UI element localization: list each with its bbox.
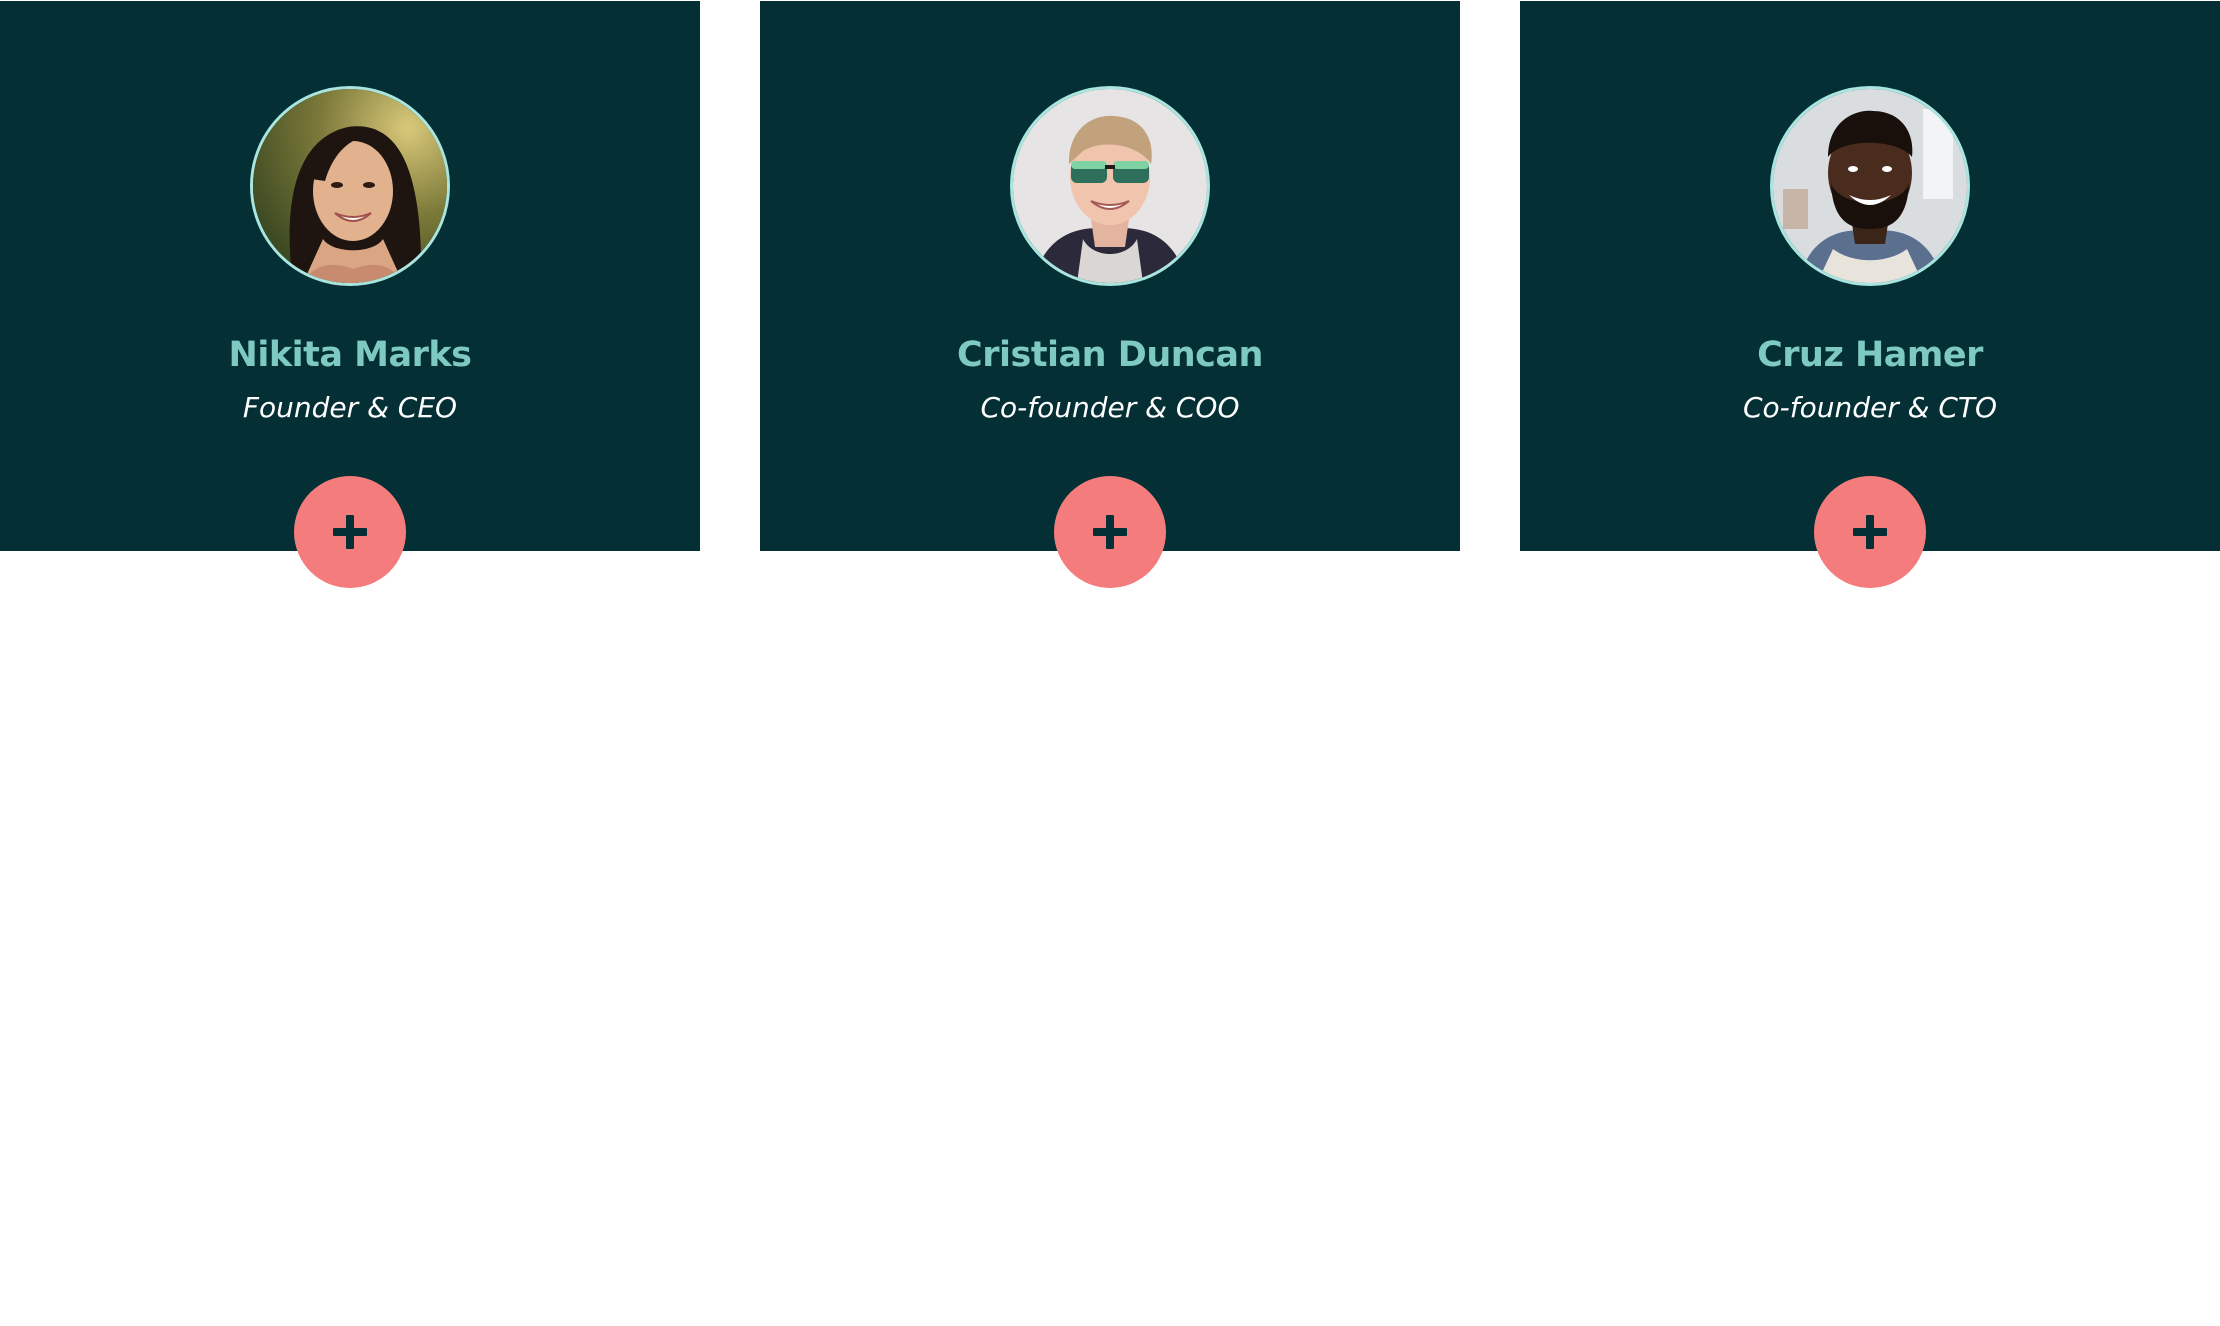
expand-profile-button[interactable] <box>294 476 406 588</box>
member-role: Founder & CEO <box>242 391 458 424</box>
avatar <box>1010 86 1210 286</box>
avatar-photo <box>1013 89 1207 283</box>
avatar <box>1770 86 1970 286</box>
avatar <box>250 86 450 286</box>
member-name: Cruz Hamer <box>1757 335 1983 375</box>
avatar-photo <box>1773 89 1967 283</box>
team-card-nikita-marks: Nikita Marks Founder & CEO <box>0 1 700 588</box>
team-card-cristian-duncan: Cristian Duncan Co-founder & COO <box>760 1 1460 588</box>
member-name: Nikita Marks <box>228 335 472 375</box>
plus-icon <box>1093 515 1127 549</box>
plus-icon <box>1853 515 1887 549</box>
avatar-photo <box>253 89 447 283</box>
expand-profile-button[interactable] <box>1054 476 1166 588</box>
expand-profile-button[interactable] <box>1814 476 1926 588</box>
member-role: Co-founder & CTO <box>1742 391 1998 424</box>
member-name: Cristian Duncan <box>957 335 1263 375</box>
team-card-cruz-hamer: Cruz Hamer Co-founder & CTO <box>1520 1 2220 588</box>
team-grid: Nikita Marks Founder & CEO Cristian Dunc… <box>0 0 2220 588</box>
member-role: Co-founder & COO <box>980 391 1240 424</box>
plus-icon <box>333 515 367 549</box>
